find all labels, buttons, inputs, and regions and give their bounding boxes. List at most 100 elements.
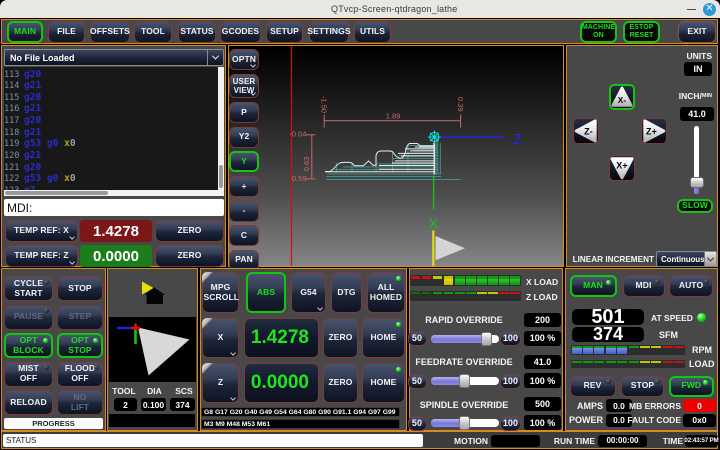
auto-mode-button[interactable]: AUTO xyxy=(669,275,713,297)
gcode-list[interactable]: 113g20 114g21 115g20 116g21 117g20 118g2… xyxy=(4,67,224,196)
svg-text:X-: X- xyxy=(617,96,626,105)
gcode-hscroll-thumb[interactable] xyxy=(5,191,108,195)
corner-fold-icon xyxy=(202,272,213,283)
cycle-start-button[interactable]: CYCLE START xyxy=(4,276,53,301)
chevron-down-icon xyxy=(251,63,256,68)
spindle-fwd-button[interactable]: FWD xyxy=(669,376,714,397)
rapid-value: 200 xyxy=(524,313,561,327)
temp-ref-z-button[interactable]: TEMP REF: Z xyxy=(5,245,78,267)
man-mode-button[interactable]: MAN xyxy=(570,275,617,297)
minimize-icon[interactable] xyxy=(687,9,696,11)
feed-50-button[interactable]: 50 xyxy=(408,374,427,389)
pause-button[interactable]: PAUSE xyxy=(4,305,53,330)
chevron-down-icon xyxy=(70,260,75,265)
view-optn-button[interactable]: OPTN xyxy=(229,49,259,70)
home-x-button[interactable]: HOME xyxy=(362,318,405,358)
file-combo-arrow-icon[interactable] xyxy=(207,50,223,65)
estop-reset-button[interactable]: ESTOP RESET xyxy=(623,21,660,43)
stop-button[interactable]: STOP xyxy=(57,276,103,301)
exit-button[interactable]: EXIT xyxy=(678,21,716,43)
mdi-mode-button[interactable]: MDI xyxy=(623,275,665,297)
reload-button[interactable]: RELOAD xyxy=(4,390,53,415)
rev-led xyxy=(606,379,611,384)
temp-ref-x-button[interactable]: TEMP REF: X xyxy=(5,220,78,242)
amps-label: AMPS xyxy=(566,401,603,411)
zero-x-axis-button[interactable]: ZERO xyxy=(323,318,358,358)
dtg-button[interactable]: DTG xyxy=(331,272,362,313)
g5x-button[interactable]: G54 xyxy=(291,272,326,313)
zero-z-button[interactable]: ZERO xyxy=(155,245,224,267)
spindle-100-button[interactable]: 100 xyxy=(500,416,521,431)
gcode-vscroll-thumb[interactable] xyxy=(219,165,223,188)
tab-setup[interactable]: SETUP xyxy=(266,21,303,43)
jog-z-plus-button[interactable]: Z+ xyxy=(641,118,667,144)
spindle-slider[interactable] xyxy=(431,419,499,427)
tab-offsets[interactable]: OFFSETS xyxy=(90,21,130,43)
file-combo-value: No File Loaded xyxy=(10,53,75,63)
slider-handle[interactable] xyxy=(459,374,470,388)
rapid-50-button[interactable]: 50 xyxy=(408,331,427,346)
mist-label: MIST OFF xyxy=(9,364,49,384)
slider-handle[interactable] xyxy=(481,332,492,346)
home-z-button[interactable]: HOME xyxy=(362,363,405,403)
mpg-scroll-button[interactable]: MPG SCROLL xyxy=(202,272,239,313)
tab-status[interactable]: STATUS xyxy=(178,21,216,43)
step-button[interactable]: STEP xyxy=(57,305,103,330)
view-y2-button[interactable]: Y2 xyxy=(229,127,259,148)
sfm-label: SFM xyxy=(659,330,678,340)
feed-slider[interactable] xyxy=(431,377,499,385)
file-combo[interactable]: No File Loaded xyxy=(4,49,224,66)
jog-x-minus-button[interactable]: X- xyxy=(609,84,635,110)
gcode-hscrollbar[interactable] xyxy=(4,190,224,196)
backplot-view[interactable]: 1.89 -1.50 0.39 -0.04 0.63 0.59 xyxy=(229,46,563,266)
tab-settings[interactable]: SETTINGS xyxy=(309,21,349,43)
view-zoom-out-button[interactable]: - xyxy=(229,201,259,222)
tab-file[interactable]: FILE xyxy=(48,21,85,43)
jog-x-plus-button[interactable]: X+ xyxy=(609,155,635,181)
spindle-rev-button[interactable]: REV xyxy=(570,376,616,397)
view-zoom-in-button[interactable]: + xyxy=(229,176,259,197)
spindle-50-button[interactable]: 50 xyxy=(408,416,427,431)
gcode-vscrollbar[interactable] xyxy=(218,67,224,190)
slider-handle[interactable] xyxy=(459,416,470,430)
close-icon[interactable]: ✕ xyxy=(703,3,716,16)
no-lift-button[interactable]: NO LIFT xyxy=(57,390,103,415)
view-clear-button[interactable]: C xyxy=(229,225,259,246)
all-homed-label: ALL HOMED xyxy=(369,283,403,303)
axis-x-button[interactable]: X xyxy=(202,318,239,358)
tab-main[interactable]: MAIN xyxy=(7,21,43,43)
flood-button[interactable]: FLOOD OFF xyxy=(57,362,103,387)
mdi-input[interactable]: MDI: xyxy=(4,199,224,216)
view-y-button[interactable]: Y xyxy=(229,151,259,172)
cycle-start-led xyxy=(44,280,49,285)
tab-utils[interactable]: UTILS xyxy=(354,21,391,43)
opt-stop-button[interactable]: OPT STOP xyxy=(57,333,103,358)
machine-on-button[interactable]: MACHINE ON xyxy=(580,21,617,43)
zero-z-axis-button[interactable]: ZERO xyxy=(323,363,358,403)
linear-increment-arrow-icon[interactable] xyxy=(704,252,716,266)
svg-text:X+: X+ xyxy=(616,160,627,170)
rapid-100-button[interactable]: 100 xyxy=(500,331,521,346)
all-homed-button[interactable]: ALL HOMED xyxy=(367,272,405,313)
dro-x-value: 1.4278 xyxy=(244,318,319,358)
mist-button[interactable]: MIST OFF xyxy=(4,362,53,387)
linear-increment-combo[interactable]: Continuous xyxy=(656,251,717,267)
rapid-slider[interactable] xyxy=(431,335,499,343)
feed-100-button[interactable]: 100 xyxy=(500,374,521,389)
jog-slider-handle[interactable] xyxy=(690,177,704,188)
slow-button[interactable]: SLOW xyxy=(677,199,713,213)
axis-z-button[interactable]: Z xyxy=(202,363,239,403)
jog-z-minus-button[interactable]: Z- xyxy=(573,118,599,144)
jog-rate-slider[interactable] xyxy=(694,126,699,194)
auto-label: AUTO xyxy=(679,281,703,291)
view-user-view-button[interactable]: USER VIEW xyxy=(229,74,259,98)
opt-block-button[interactable]: OPT BLOCK xyxy=(4,333,53,358)
spindle-stop-button[interactable]: STOP xyxy=(621,376,664,397)
tab-gcodes[interactable]: GCODES xyxy=(220,21,261,43)
view-p-button[interactable]: P xyxy=(229,102,259,123)
tab-tool[interactable]: TOOL xyxy=(134,21,172,43)
abs-button[interactable]: ABS xyxy=(246,272,286,313)
home-x-label: HOME xyxy=(371,333,397,343)
fwd-label: FWD xyxy=(681,381,701,391)
zero-x-button[interactable]: ZERO xyxy=(155,220,224,242)
